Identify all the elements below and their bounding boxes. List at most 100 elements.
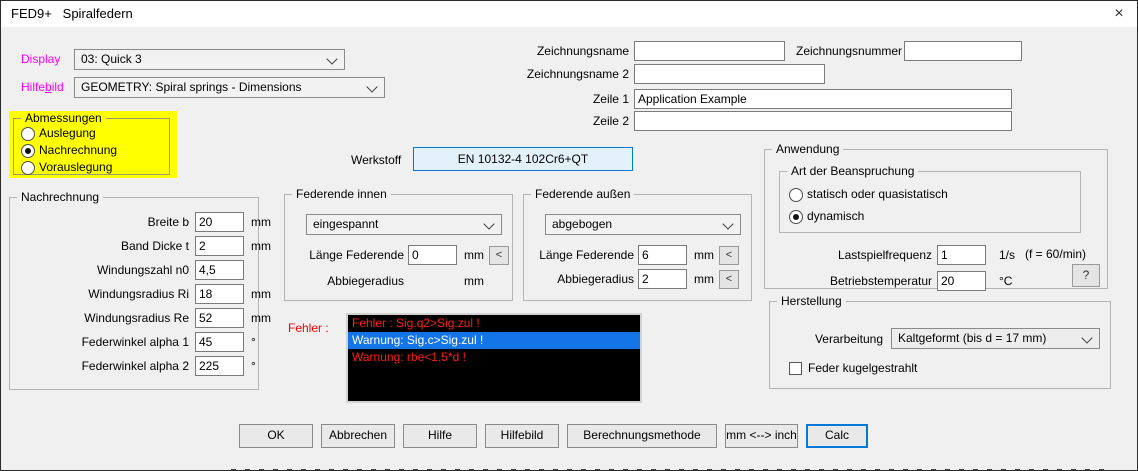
- nachrechnung-group-title: Nachrechnung: [17, 190, 103, 204]
- zeile1-input[interactable]: [634, 89, 1012, 109]
- chevron-down-icon: [1081, 332, 1092, 343]
- federende-innen-combobox[interactable]: eingespannt: [306, 214, 502, 235]
- chevron-down-icon: [722, 218, 733, 229]
- radio-auslegung[interactable]: [21, 127, 35, 141]
- berechnungsmethode-button[interactable]: Berechnungsmethode: [567, 424, 717, 448]
- federwinkel-alpha1-input[interactable]: [195, 332, 244, 352]
- herstellung-group-title: Herstellung: [777, 294, 846, 308]
- zeile2-label: Zeile 2: [561, 114, 629, 129]
- error-list-item[interactable]: Fehler : Sig.q2>Sig.zul !: [348, 315, 640, 332]
- field-label: Band Dicke t: [17, 239, 189, 254]
- abbiegeradius-aussen-label: Abbiegeradius: [524, 272, 634, 287]
- chevron-down-icon: [326, 53, 337, 64]
- radio-nachrechnung-label: Nachrechnung: [39, 143, 117, 158]
- windungsradius-re-input[interactable]: [195, 308, 244, 328]
- window-title: FED9+ Spiralfedern: [11, 6, 133, 21]
- abbiegeradius-aussen-picker-button[interactable]: <: [719, 270, 739, 289]
- anwendung-group-title: Anwendung: [772, 142, 843, 156]
- display-combobox[interactable]: 03: Quick 3: [74, 49, 345, 70]
- feder-kugelgestrahlt-label: Feder kugelgestrahlt: [808, 361, 917, 376]
- abbiegeradius-aussen-input[interactable]: [638, 269, 687, 289]
- radio-vorauslegung-label: Vorauslegung: [39, 160, 112, 175]
- hilfebild-button[interactable]: Hilfebild: [485, 424, 559, 448]
- laenge-federende-innen-label: Länge Federende: [294, 248, 404, 263]
- frequency-note: (f = 60/min): [1025, 247, 1086, 261]
- zeichnungsname-label: Zeichnungsname: [491, 44, 629, 59]
- hilfebild-label: Hilfebild: [21, 80, 64, 95]
- radio-statisch-label: statisch oder quasistatisch: [807, 187, 948, 202]
- betriebstemperatur-input[interactable]: [937, 271, 986, 291]
- hilfebild-combobox[interactable]: GEOMETRY: Spiral springs - Dimensions: [74, 77, 385, 98]
- help-button[interactable]: ?: [1072, 264, 1100, 287]
- title-bar[interactable]: FED9+ Spiralfedern ×: [1, 1, 1137, 27]
- abbiegeradius-innen-label: Abbiegeradius: [294, 274, 404, 289]
- laenge-aussen-picker-button[interactable]: <: [719, 246, 739, 265]
- lastspielfrequenz-input[interactable]: [937, 245, 986, 265]
- dialog-window: FED9+ Spiralfedern × Display 03: Quick 3…: [0, 0, 1138, 471]
- laenge-federende-aussen-label: Länge Federende: [524, 248, 634, 263]
- laenge-federende-innen-input[interactable]: [408, 245, 457, 265]
- radio-vorauslegung[interactable]: [21, 161, 35, 175]
- verarbeitung-label: Verarbeitung: [771, 332, 883, 347]
- federende-innen-group-title: Federende innen: [292, 187, 391, 201]
- laenge-federende-aussen-input[interactable]: [638, 245, 687, 265]
- betriebstemperatur-label: Betriebstemperatur: [770, 274, 932, 289]
- mm-inch-toggle-button[interactable]: mm <--> inch: [725, 424, 798, 448]
- radio-auslegung-label: Auslegung: [39, 126, 96, 141]
- ok-button[interactable]: OK: [239, 424, 313, 448]
- error-list-item[interactable]: Warnung: rbe<1.5*d !: [348, 349, 640, 366]
- zeichnungsnummer-label: Zeichnungsnummer: [796, 44, 896, 59]
- band-dicke-input[interactable]: [195, 236, 244, 256]
- feder-kugelgestrahlt-checkbox[interactable]: [789, 362, 802, 375]
- field-label: Federwinkel alpha 2: [17, 359, 189, 374]
- beanspruchung-group-title: Art der Beanspruchung: [787, 164, 918, 178]
- verarbeitung-combobox-value: Kaltgeformt (bis d = 17 mm): [898, 331, 1046, 345]
- federende-aussen-group-title: Federende außen: [531, 187, 634, 201]
- zeichnungsname-input[interactable]: [634, 41, 785, 61]
- zeile2-input[interactable]: [634, 111, 1012, 131]
- zeichnungsname2-label: Zeichnungsname 2: [491, 67, 629, 82]
- field-label: Windungsradius Re: [17, 311, 189, 326]
- fehler-label: Fehler :: [288, 321, 329, 336]
- federende-aussen-combobox-value: abgebogen: [552, 217, 612, 231]
- cancel-button[interactable]: Abbrechen: [321, 424, 395, 448]
- display-combobox-value: 03: Quick 3: [81, 52, 142, 66]
- zeichnungsnummer-input[interactable]: [904, 41, 1022, 61]
- field-label: Federwinkel alpha 1: [17, 335, 189, 350]
- unit-label: mm: [464, 248, 484, 263]
- federende-aussen-combobox[interactable]: abgebogen: [545, 214, 741, 235]
- windungszahl-input[interactable]: [195, 260, 244, 280]
- federende-innen-combobox-value: eingespannt: [313, 217, 378, 231]
- error-listbox[interactable]: Fehler : Sig.q2>Sig.zul ! Warnung: Sig.c…: [346, 313, 642, 403]
- close-icon[interactable]: ×: [1103, 1, 1135, 27]
- unit-label: mm: [694, 248, 714, 263]
- unit-label: mm: [251, 239, 271, 254]
- radio-dynamisch-label: dynamisch: [807, 209, 864, 224]
- radio-dynamisch[interactable]: [789, 210, 803, 224]
- hilfebild-combobox-value: GEOMETRY: Spiral springs - Dimensions: [81, 80, 302, 94]
- unit-label: mm: [251, 287, 271, 302]
- verarbeitung-combobox[interactable]: Kaltgeformt (bis d = 17 mm): [891, 328, 1100, 349]
- werkstoff-button[interactable]: EN 10132-4 102Cr6+QT: [413, 147, 633, 171]
- breite-b-input[interactable]: [195, 212, 244, 232]
- unit-label: mm: [464, 274, 484, 289]
- federwinkel-alpha2-input[interactable]: [195, 356, 244, 376]
- unit-label: mm: [251, 215, 271, 230]
- unit-label: °: [251, 335, 256, 350]
- windungsradius-ri-input[interactable]: [195, 284, 244, 304]
- help-button-footer[interactable]: Hilfe: [403, 424, 477, 448]
- field-label: Breite b: [17, 215, 189, 230]
- laenge-innen-picker-button[interactable]: <: [489, 246, 509, 265]
- error-list-item-selected[interactable]: Warnung: Sig.c>Sig.zul !: [348, 332, 640, 349]
- unit-label: °C: [999, 274, 1012, 289]
- calc-button[interactable]: Calc: [806, 424, 868, 448]
- unit-label: mm: [694, 272, 714, 287]
- unit-label: °: [251, 359, 256, 374]
- zeile1-label: Zeile 1: [561, 92, 629, 107]
- unit-label: mm: [251, 311, 271, 326]
- radio-nachrechnung[interactable]: [21, 144, 35, 158]
- radio-statisch[interactable]: [789, 188, 803, 202]
- abmessungen-group-title: Abmessungen: [21, 111, 106, 125]
- lastspielfrequenz-label: Lastspielfrequenz: [770, 248, 932, 263]
- zeichnungsname2-input[interactable]: [634, 64, 825, 84]
